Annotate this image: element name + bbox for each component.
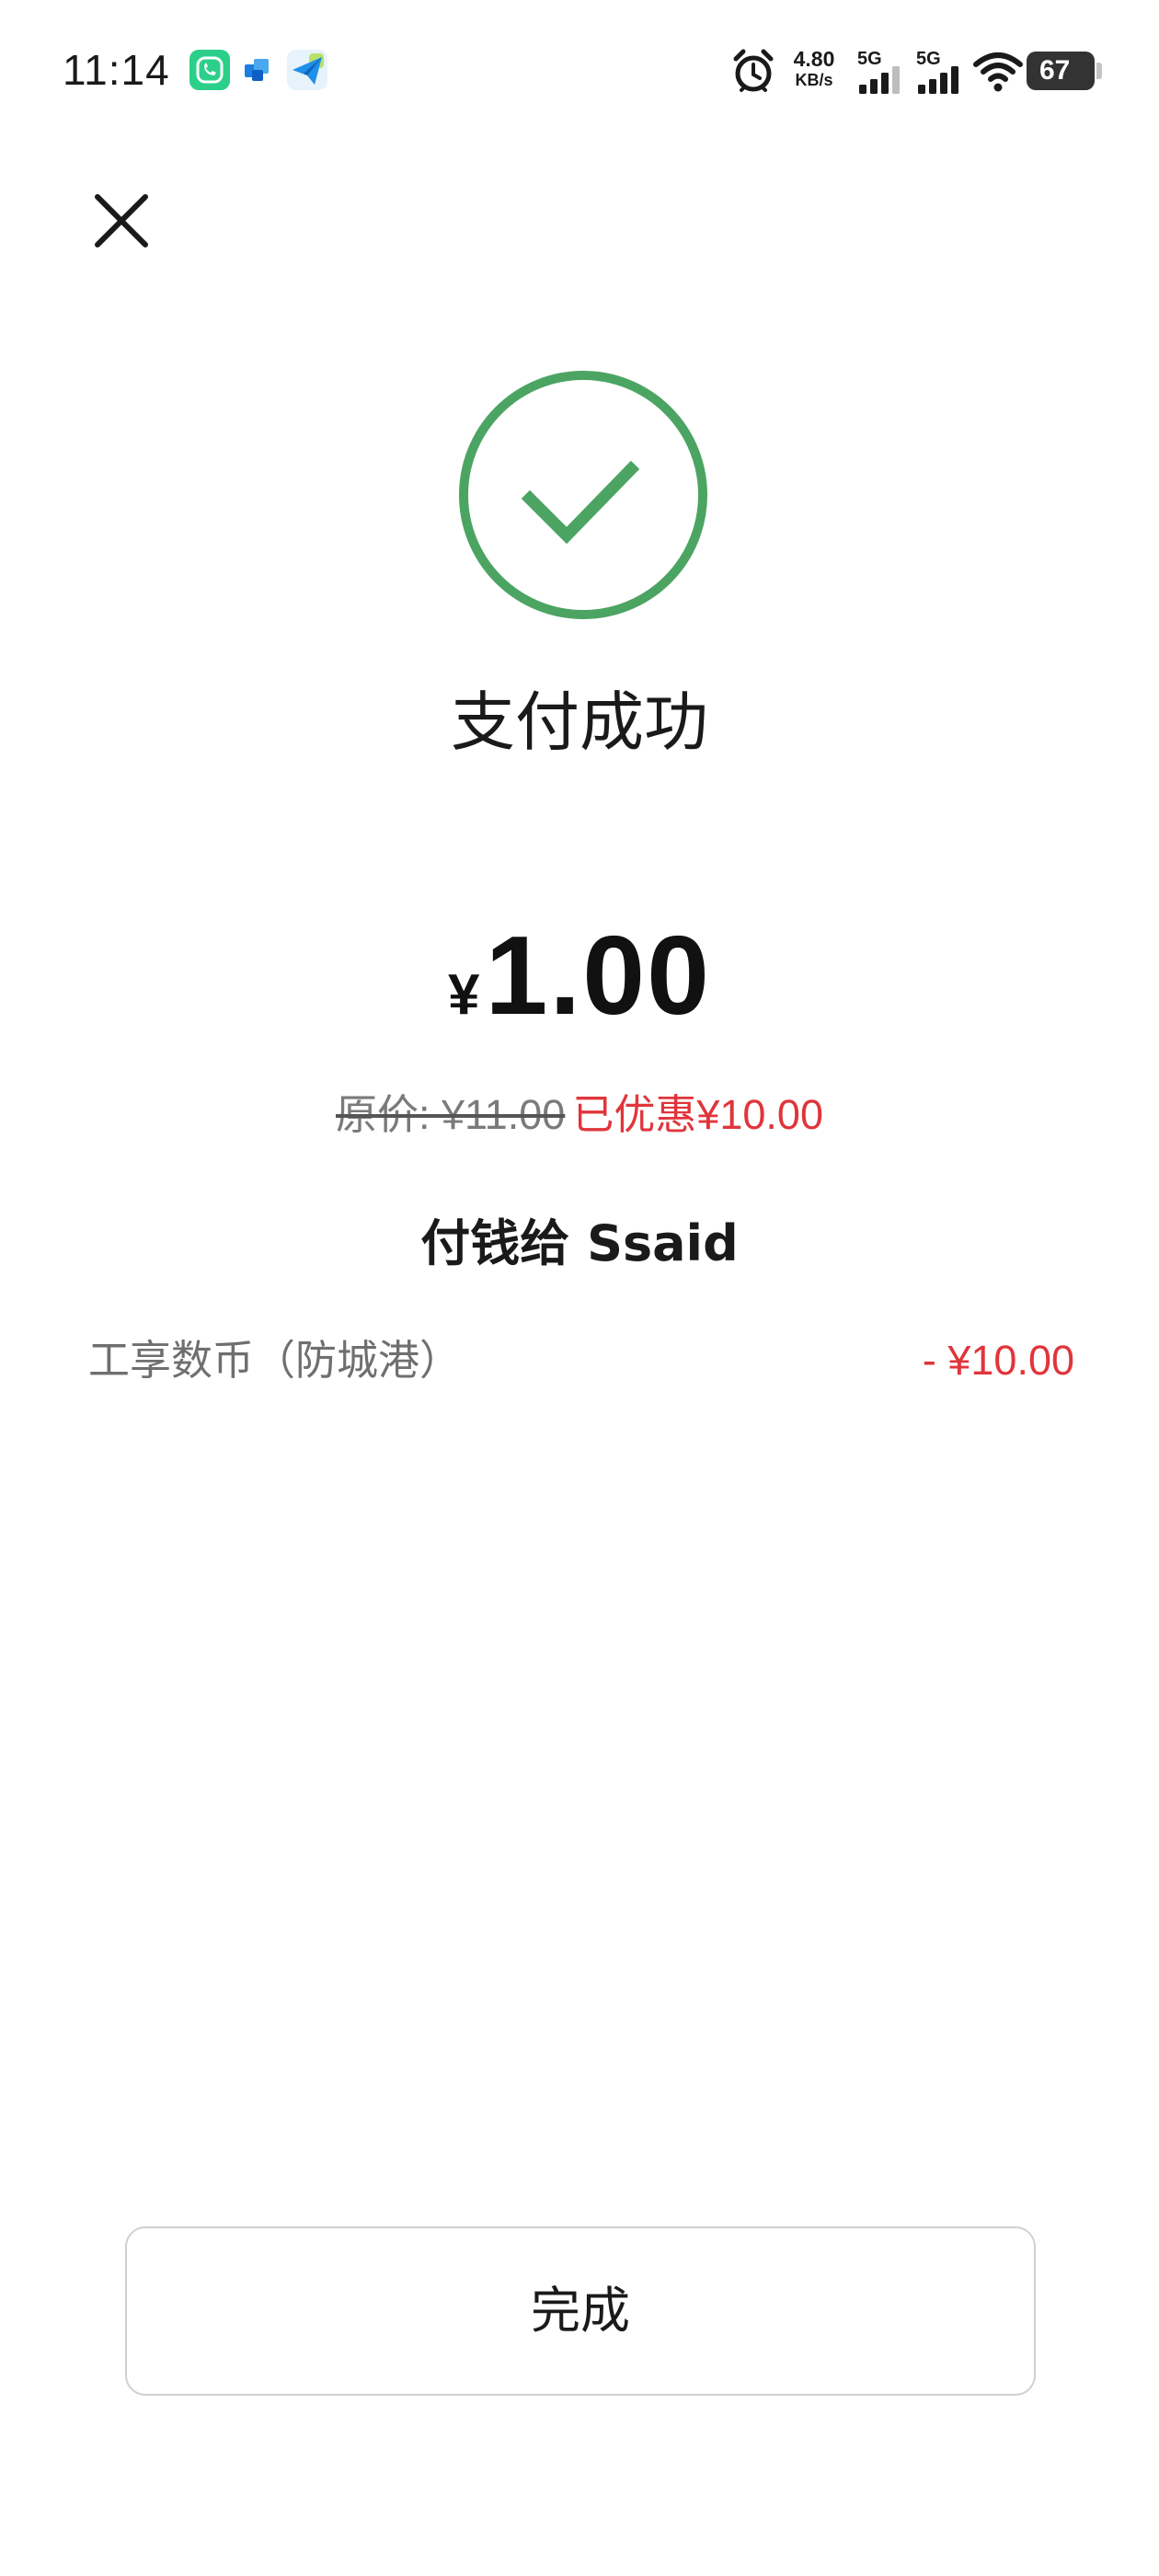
sim2-network-label: 5G <box>916 49 941 69</box>
alarm-icon <box>733 49 774 92</box>
detail-row: 工享数币（防城港） - ¥10.00 <box>88 1330 1074 1395</box>
battery-level: 67 <box>1039 55 1071 86</box>
payment-success-title: 支付成功 <box>451 684 708 760</box>
detail-value: - ¥10.00 <box>922 1337 1074 1384</box>
status-bar: 11:14 4.80 KB/s 5G 5G 67 <box>0 0 1159 138</box>
signal-icon <box>859 66 900 94</box>
status-time: 11:14 <box>63 46 170 94</box>
network-speed-value: 4.80 <box>793 47 835 71</box>
original-price: 原价: ¥11.00 <box>336 1091 566 1138</box>
battery-tip <box>1096 63 1102 79</box>
battery-icon: 67 <box>1027 52 1095 90</box>
network-speed: 4.80 KB/s <box>784 47 844 90</box>
sim1-network-label: 5G <box>857 49 882 69</box>
currency-symbol: ¥ <box>448 963 480 1027</box>
payee-name: 付钱给 Ssaid <box>420 1214 739 1272</box>
done-button[interactable]: 完成 <box>125 2226 1036 2396</box>
network-speed-unit: KB/s <box>795 71 833 89</box>
payment-amount: ¥1.00 <box>0 911 1159 1075</box>
blue-squares-app-icon <box>237 50 278 90</box>
send-arrow-app-icon <box>287 50 327 90</box>
wifi-icon <box>973 52 1023 92</box>
signal-icon <box>918 66 958 94</box>
check-circle-icon <box>459 371 707 619</box>
discount-amount: 已优惠¥10.00 <box>572 1091 823 1138</box>
amount-value: 1.00 <box>485 913 711 1038</box>
price-summary: 原价: ¥11.00 已优惠¥10.00 <box>0 1086 1159 1144</box>
phone-app-icon <box>189 50 230 90</box>
detail-label: 工享数币（防城港） <box>88 1336 462 1385</box>
close-button[interactable] <box>85 184 158 258</box>
close-icon <box>95 194 148 247</box>
